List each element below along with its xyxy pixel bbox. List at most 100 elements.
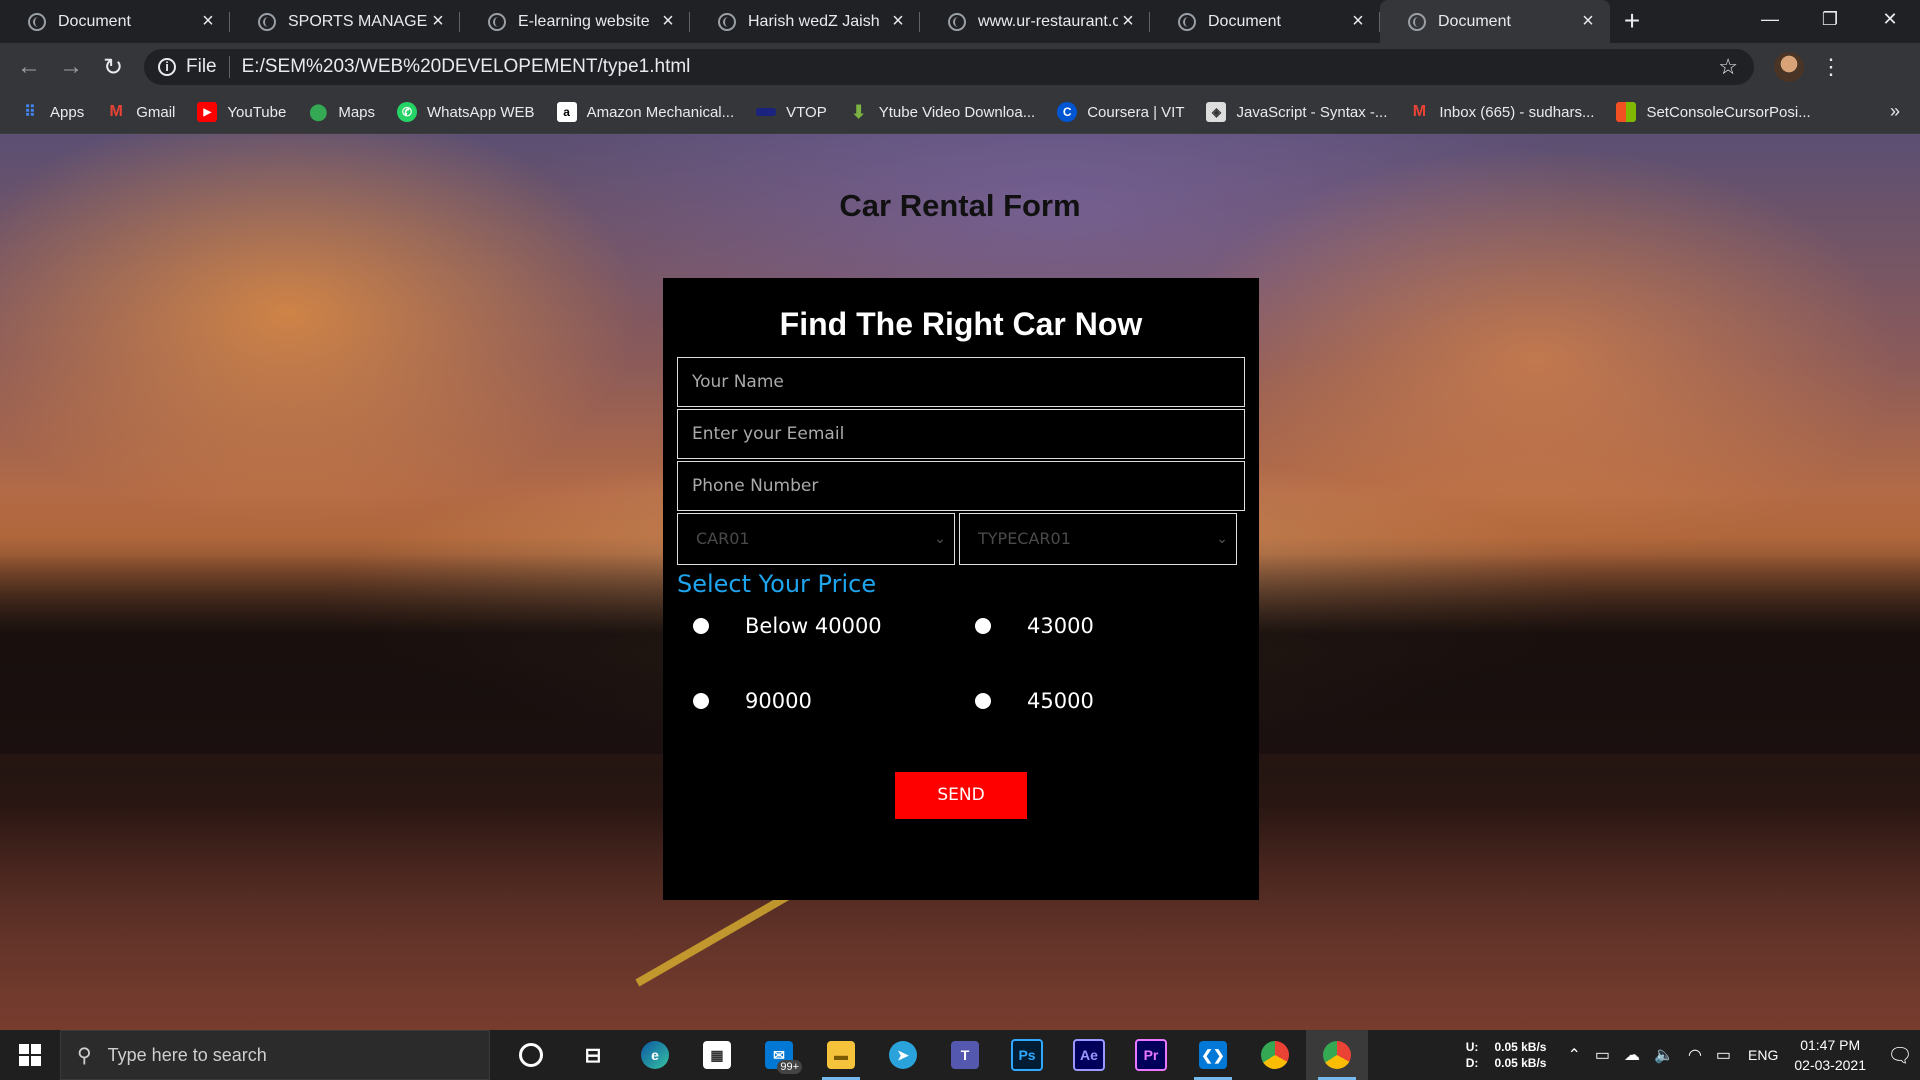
download-arrow-icon: ⬇ xyxy=(851,101,867,122)
bookmark-gmail[interactable]: M Gmail xyxy=(106,102,176,122)
wifi-icon[interactable]: ◠ xyxy=(1688,1045,1702,1065)
close-window-icon[interactable]: ✕ xyxy=(1860,0,1920,40)
page-viewport: Car Rental Form Find The Right Car Now C… xyxy=(0,134,1920,1030)
taskbar-telegram[interactable]: ➤ xyxy=(872,1030,934,1080)
chevron-up-icon[interactable]: ⌃ xyxy=(1567,1045,1580,1065)
price-option-label: Below 40000 xyxy=(745,614,882,638)
bookmark-ytube-downloader[interactable]: ⬇ Ytube Video Downloa... xyxy=(849,101,1035,122)
bookmarks-overflow-icon[interactable]: » xyxy=(1890,101,1900,122)
bookmark-label: SetConsoleCursorPosi... xyxy=(1646,103,1811,121)
email-input[interactable] xyxy=(677,409,1245,459)
premiere-icon: Pr xyxy=(1135,1039,1167,1071)
minimize-icon[interactable]: — xyxy=(1740,0,1800,40)
apps-grid-icon: ⠿ xyxy=(24,104,36,121)
new-tab-button[interactable]: + xyxy=(1610,0,1654,43)
bookmark-label: Amazon Mechanical... xyxy=(586,103,735,121)
bookmark-label: Coursera | VIT xyxy=(1087,103,1185,121)
taskbar-clock[interactable]: 01:47 PM 02-03-2021 xyxy=(1794,1035,1866,1075)
bookmark-apps[interactable]: ⠿ Apps xyxy=(20,102,84,122)
close-tab-icon[interactable]: × xyxy=(428,10,448,33)
browser-tab-active[interactable]: Document × xyxy=(1380,0,1610,43)
teams-icon: T xyxy=(951,1041,979,1069)
close-tab-icon[interactable]: × xyxy=(888,10,908,33)
browser-tab[interactable]: E-learning website × xyxy=(460,0,690,43)
bookmark-maps[interactable]: ⬤ Maps xyxy=(308,102,375,122)
car-select-value: CAR01 xyxy=(696,529,750,548)
taskbar-chrome[interactable] xyxy=(1244,1030,1306,1080)
chevron-down-icon: ⌄ xyxy=(934,531,946,547)
radio-button[interactable] xyxy=(975,693,991,709)
close-tab-icon[interactable]: × xyxy=(1118,10,1138,33)
car-type-select-value: TYPECAR01 xyxy=(978,529,1071,548)
taskbar-store[interactable]: ▦ xyxy=(686,1030,748,1080)
tab-title: Document xyxy=(1438,12,1511,30)
taskbar-chrome-profile[interactable] xyxy=(1306,1030,1368,1080)
volume-icon[interactable]: 🔈 xyxy=(1654,1045,1674,1065)
meet-now-icon[interactable]: ▭ xyxy=(1595,1045,1610,1065)
browser-tab[interactable]: Document × xyxy=(1150,0,1380,43)
start-button[interactable] xyxy=(0,1030,60,1080)
bookmark-vtop[interactable]: VTOP xyxy=(756,104,827,121)
phone-input[interactable] xyxy=(677,461,1245,511)
taskbar-vscode[interactable]: ❮❯ xyxy=(1182,1030,1244,1080)
task-view-button[interactable]: ⊟ xyxy=(562,1030,624,1080)
taskbar-mail[interactable]: ✉ 99+ xyxy=(748,1030,810,1080)
car-select[interactable]: CAR01 ⌄ xyxy=(677,513,955,565)
address-bar[interactable]: i File E:/SEM%203/WEB%20DEVELOPEMENT/typ… xyxy=(144,49,1754,85)
send-button[interactable]: SEND xyxy=(895,772,1027,819)
network-speed-meter: U: D: 0.05 kB/s 0.05 kB/s xyxy=(1466,1039,1547,1071)
onedrive-cloud-icon[interactable]: ☁ xyxy=(1624,1045,1640,1065)
browser-tab[interactable]: SPORTS MANAGEMEN × xyxy=(230,0,460,43)
close-tab-icon[interactable]: × xyxy=(1578,10,1598,33)
cortana-button[interactable] xyxy=(500,1030,562,1080)
restore-icon[interactable]: ❐ xyxy=(1800,0,1860,40)
bookmark-whatsapp[interactable]: ✆ WhatsApp WEB xyxy=(397,102,535,122)
bookmark-setconsole[interactable]: SetConsoleCursorPosi... xyxy=(1616,102,1811,122)
profile-avatar[interactable] xyxy=(1774,52,1804,82)
car-type-select[interactable]: TYPECAR01 ⌄ xyxy=(959,513,1237,565)
address-url[interactable]: E:/SEM%203/WEB%20DEVELOPEMENT/type1.html xyxy=(242,56,1719,78)
bookmark-label: VTOP xyxy=(786,103,827,121)
taskbar-photoshop[interactable]: Ps xyxy=(996,1030,1058,1080)
kebab-menu-icon[interactable]: ⋮ xyxy=(1820,54,1842,80)
browser-tab[interactable]: www.ur-restaurant.con × xyxy=(920,0,1150,43)
close-tab-icon[interactable]: × xyxy=(658,10,678,33)
bookmark-coursera[interactable]: C Coursera | VIT xyxy=(1057,102,1184,122)
price-option[interactable]: 43000 xyxy=(975,614,1094,638)
reload-icon[interactable]: ↻ xyxy=(92,53,134,82)
browser-tab[interactable]: Document × xyxy=(0,0,230,43)
name-input[interactable] xyxy=(677,357,1245,407)
notification-center-icon[interactable]: 🗨 xyxy=(1880,1043,1920,1068)
taskbar-teams[interactable]: T xyxy=(934,1030,996,1080)
globe-icon xyxy=(1178,12,1196,31)
tab-title: Document xyxy=(1208,12,1281,30)
close-tab-icon[interactable]: × xyxy=(198,10,218,33)
taskbar-after-effects[interactable]: Ae xyxy=(1058,1030,1120,1080)
taskbar-file-explorer[interactable]: ▬ xyxy=(810,1030,872,1080)
close-tab-icon[interactable]: × xyxy=(1348,10,1368,33)
battery-icon[interactable]: ▭ xyxy=(1716,1045,1731,1065)
info-icon[interactable]: i xyxy=(158,58,176,76)
address-divider xyxy=(228,56,230,78)
bookmark-amazon[interactable]: a Amazon Mechanical... xyxy=(556,102,735,122)
price-option[interactable]: 45000 xyxy=(975,689,1094,713)
language-indicator[interactable]: ENG xyxy=(1748,1047,1778,1063)
globe-icon xyxy=(488,12,506,31)
back-arrow-icon[interactable]: ← xyxy=(8,53,50,81)
forward-arrow-icon[interactable]: → xyxy=(50,53,92,81)
price-option[interactable]: 90000 xyxy=(693,689,812,713)
bookmark-youtube[interactable]: ▶ YouTube xyxy=(197,102,286,122)
radio-button[interactable] xyxy=(693,618,709,634)
radio-button[interactable] xyxy=(693,693,709,709)
taskbar-search[interactable]: ⚲ Type here to search xyxy=(60,1030,490,1080)
radio-button[interactable] xyxy=(975,618,991,634)
bookmark-inbox[interactable]: M Inbox (665) - sudhars... xyxy=(1409,102,1595,122)
bookmark-javascript[interactable]: ◈ JavaScript - Syntax -... xyxy=(1206,102,1387,122)
taskbar-premiere[interactable]: Pr xyxy=(1120,1030,1182,1080)
taskbar-edge[interactable]: e xyxy=(624,1030,686,1080)
task-view-icon: ⊟ xyxy=(584,1044,602,1067)
browser-tab[interactable]: Harish wedZ Jaish × xyxy=(690,0,920,43)
bookmark-star-icon[interactable]: ☆ xyxy=(1718,54,1738,80)
price-option[interactable]: Below 40000 xyxy=(693,614,882,638)
system-tray: U: D: 0.05 kB/s 0.05 kB/s ⌃ ▭ ☁ 🔈 ◠ ▭ EN… xyxy=(1466,1030,1920,1080)
